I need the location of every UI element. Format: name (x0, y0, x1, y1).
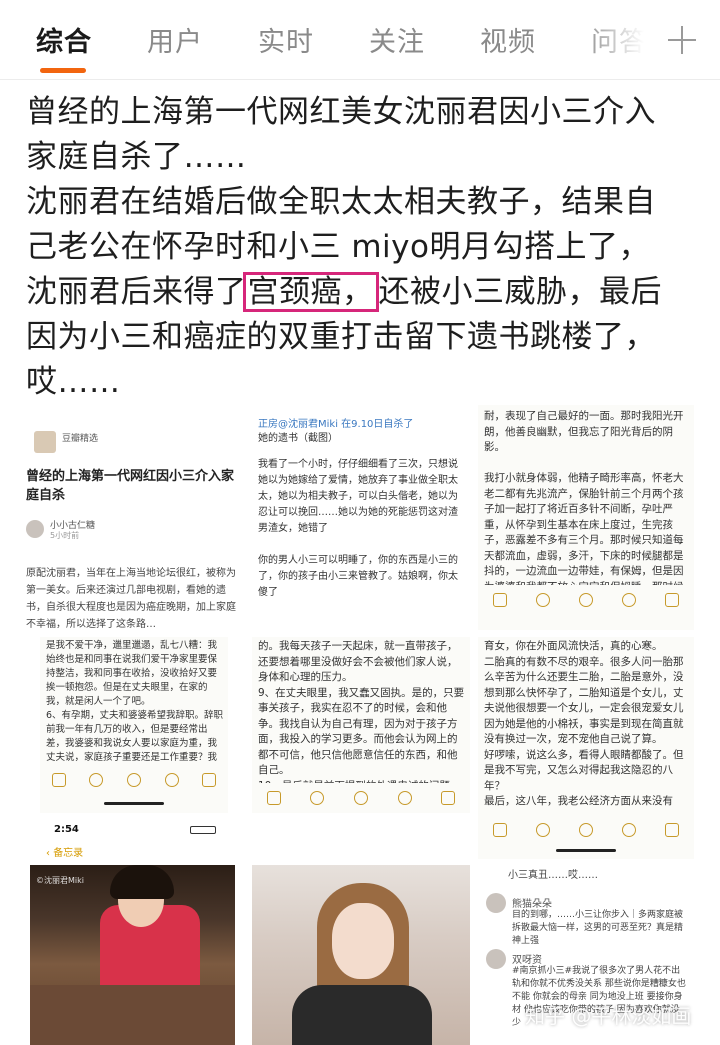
weibo-header: 正房@沈丽君Miki 在9.10日自杀了 (258, 419, 414, 430)
post-line-suffix: 还被小三威胁，最后 (378, 274, 662, 310)
source-logo (34, 431, 56, 453)
commenter-avatar (486, 893, 506, 913)
note-text: 是我不爱干净，邋里邋遢，乱七八糟：我始终也是和同事在说我们爱干净家里要保持整洁，… (46, 640, 224, 777)
zhihu-watermark: 知乎 @平林淡如画 (525, 1004, 692, 1028)
note-text: 育女，你在外面风流快活，真的心寒。 二胎真的有数不尽的艰辛。很多人问一胎那么辛苦… (484, 640, 684, 807)
image-note-screenshot[interactable]: 是我不爱干净，邋里邋遢，乱七八糟：我始终也是和同事在说我们爱干净家里要保持整洁，… (40, 637, 228, 813)
top-shape (292, 985, 432, 1045)
article-source: 豆瓣精选 (62, 434, 99, 444)
image-note-screenshot[interactable]: 耐，表现了自己最好的一面。那时我阳光开朗，他善良幽默，但我忘了阳光背后的阴影。 … (478, 405, 694, 630)
photo-caption: ©沈丽君Miki (36, 876, 84, 885)
article-time: 5小时前 (50, 531, 80, 540)
status-time: 2:54 (54, 824, 79, 835)
tab-following[interactable]: 关注 (369, 20, 425, 59)
article-body: 原配沈丽君，当年在上海当地论坛很红，被称为第一美女。后来还演过几部电视剧，看她的… (26, 568, 236, 630)
author-avatar (26, 520, 44, 538)
image-note-screenshot[interactable]: 育女，你在外面风流快活，真的心寒。 二胎真的有数不尽的艰辛。很多人问一胎那么辛苦… (478, 637, 694, 859)
search-tab-bar: 综合 用户 实时 关注 视频 问答 (0, 0, 720, 80)
image-photo-woman[interactable] (252, 865, 470, 1045)
face-shape (332, 903, 394, 979)
tab-comprehensive[interactable]: 综合 (36, 20, 92, 59)
trash-icon (492, 823, 507, 837)
hair-shape (110, 865, 174, 899)
back-label: 备忘录 (53, 848, 84, 859)
note-text: 耐，表现了自己最好的一面。那时我阳光开朗，他善良幽默，但我忘了阳光背后的阴影。 … (484, 410, 684, 608)
checklist-icon (310, 791, 325, 805)
add-icon (353, 791, 368, 805)
tab-video[interactable]: 视频 (480, 20, 536, 59)
note-toolbar (478, 815, 694, 845)
add-icon (578, 823, 593, 837)
note-toolbar (40, 765, 228, 795)
post-line: 沈丽君后来得了宫颈癌， 还被小三威胁，最后 (26, 270, 696, 315)
trash-icon (492, 593, 507, 607)
trash-icon (266, 791, 281, 805)
tab-realtime[interactable]: 实时 (258, 20, 314, 59)
checklist-icon (535, 593, 550, 607)
compose-icon (441, 791, 456, 805)
commenter-avatar (486, 949, 506, 969)
image-grid: 豆瓣精选 曾经的上海第一代网红因小三介入家庭自杀 小小古仁糖 5小时前 原配沈丽… (0, 405, 720, 1045)
back-link[interactable]: ‹ 备忘录 (46, 844, 83, 859)
home-indicator (556, 849, 616, 852)
phone-status-bar: 2:54 ‹ 备忘录 (40, 820, 228, 860)
highlighted-phrase: 宫颈癌， (242, 272, 379, 312)
compose-icon (202, 773, 217, 787)
home-indicator (104, 802, 164, 805)
markup-icon (622, 823, 637, 837)
article-title: 曾经的上海第一代网红因小三介入家庭自杀 (26, 469, 235, 503)
add-icon (578, 593, 593, 607)
checklist-icon (535, 823, 550, 837)
add-icon (126, 773, 141, 787)
weibo-body: 我看了一个小时，仔仔细细看了三次，只想说她以为她嫁给了爱情，她放弃了事业做全职太… (258, 459, 458, 598)
note-toolbar (478, 585, 694, 615)
image-article-screenshot[interactable]: 豆瓣精选 曾经的上海第一代网红因小三介入家庭自杀 小小古仁糖 5小时前 原配沈丽… (26, 415, 241, 630)
post-line: 哎…… (26, 364, 121, 400)
compose-icon (665, 593, 680, 607)
bench-shape (30, 985, 235, 1045)
compose-icon (665, 823, 680, 837)
post-line: 家庭自杀了…… (26, 139, 247, 175)
comment-top-text: 小三真丑……哎…… (508, 870, 598, 881)
post-line: 沈丽君在结婚后做全职太太相夫教子，结果自 (26, 184, 656, 220)
checklist-icon (89, 773, 104, 787)
image-note-screenshot[interactable]: 的。我每天孩子一天起床，就一直带孩子，还要想着哪里没做好会不会被他们家人说，身体… (252, 637, 470, 813)
markup-icon (164, 773, 179, 787)
post-line: 己老公在怀孕时和小三 miyo明月勾搭上了， (26, 229, 650, 265)
commenter-name: 双呀资 (512, 955, 542, 966)
commenter-name: 熊猫朵朵 (512, 899, 552, 910)
active-tab-indicator (40, 68, 86, 73)
note-toolbar (252, 783, 470, 813)
tab-users[interactable]: 用户 (147, 20, 203, 59)
weibo-subheader: 她的遗书（截图） (258, 433, 338, 444)
image-weibo-screenshot[interactable]: 正房@沈丽君Miki 在9.10日自杀了 她的遗书（截图） 我看了一个小时，仔仔… (252, 405, 470, 630)
post-line: 因为小三和癌症的双重打击留下遗书跳楼了， (26, 319, 656, 355)
post-line-prefix: 沈丽君后来得了 (26, 274, 247, 310)
image-photo-woman[interactable]: ©沈丽君Miki (30, 865, 235, 1045)
trash-icon (51, 773, 66, 787)
comment-text: 目的到哪，……小三让你步入｜多两家庭被拆散最大恼一样，这男的可恶至死？真是精神上… (512, 910, 684, 946)
battery-icon (190, 826, 216, 834)
add-tab-plus-icon[interactable] (660, 18, 704, 62)
markup-icon (622, 593, 637, 607)
tab-overflow-fade (580, 0, 660, 78)
post-line: 曾经的上海第一代网红美女沈丽君因小三介入 (26, 94, 656, 130)
post-text: 曾经的上海第一代网红美女沈丽君因小三介入 家庭自杀了…… 沈丽君在结婚后做全职太… (26, 90, 696, 405)
markup-icon (397, 791, 412, 805)
